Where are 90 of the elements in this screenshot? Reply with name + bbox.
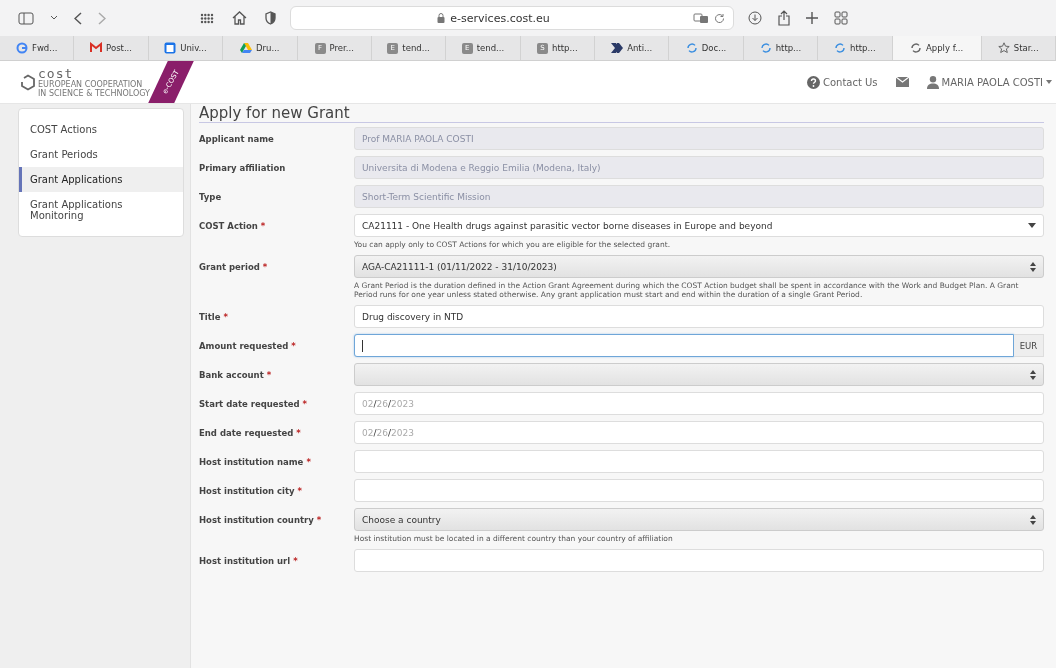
required-mark: * xyxy=(223,312,228,322)
browser-tab[interactable]: http... xyxy=(743,36,819,60)
currency-addon: EUR xyxy=(1014,334,1044,357)
logo-tagline: EUROPEAN COOPERATION xyxy=(38,79,144,89)
browser-tab[interactable]: Dru... xyxy=(223,36,298,60)
download-icon[interactable] xyxy=(748,11,762,25)
field-label: Host institution name * xyxy=(199,456,312,467)
date-field[interactable]: 02/26/2023 xyxy=(354,392,1044,415)
user-menu[interactable]: MARIA PAOLA COSTI xyxy=(926,75,1052,89)
page-title: Apply for new Grant xyxy=(199,104,351,122)
required-mark: * xyxy=(302,399,308,409)
person-icon xyxy=(926,75,939,89)
loading-icon xyxy=(834,42,847,54)
browser-tab[interactable]: Anti... xyxy=(595,36,670,60)
calendar-icon xyxy=(164,42,177,54)
field-label: Primary affiliation xyxy=(199,162,287,173)
required-mark: * xyxy=(266,370,272,380)
required-mark: * xyxy=(293,556,298,566)
required-mark: * xyxy=(262,262,268,272)
g-logo-icon xyxy=(16,42,28,54)
share-icon[interactable] xyxy=(778,10,790,26)
required-mark: * xyxy=(297,486,302,496)
back-icon[interactable] xyxy=(74,11,82,25)
field-label: Host institution city * xyxy=(199,485,303,496)
loading-icon xyxy=(685,42,698,54)
required-mark: * xyxy=(260,221,266,231)
loading-icon xyxy=(759,42,772,54)
required-mark: * xyxy=(296,428,301,438)
field-label: COST Action * xyxy=(199,220,267,231)
field-label: Applicant name xyxy=(199,133,275,144)
select-field[interactable]: Choose a country xyxy=(354,508,1044,531)
home-icon[interactable] xyxy=(232,11,247,25)
browser-tab[interactable]: Star... xyxy=(981,36,1056,60)
mail-icon[interactable] xyxy=(895,77,909,87)
loading-icon xyxy=(909,42,922,54)
updown-arrows-icon xyxy=(1030,514,1036,525)
browser-tab[interactable]: Fwd... xyxy=(0,36,75,60)
contact-us-link[interactable]: Contact Us xyxy=(806,75,878,89)
caret-icon xyxy=(1046,80,1052,84)
logo-wordmark: cost xyxy=(38,66,74,80)
tabs-overview-icon[interactable] xyxy=(834,11,848,25)
required-mark: * xyxy=(306,457,311,467)
translate-icon[interactable] xyxy=(693,12,709,24)
ribbon-label: e-COST xyxy=(160,68,181,96)
field-label: Amount requested * xyxy=(199,340,297,351)
updown-arrows-icon xyxy=(1030,369,1036,380)
field-label: End date requested * xyxy=(199,427,302,438)
required-mark: * xyxy=(291,341,296,351)
field-label: Start date requested * xyxy=(199,398,309,409)
browser-tab[interactable]: Post... xyxy=(74,36,149,60)
input-field[interactable]: Drug discovery in NTD xyxy=(354,305,1044,328)
sidebar-item[interactable]: COST Actions xyxy=(19,117,183,142)
field-label: Host institution country * xyxy=(199,514,323,525)
sidebar-item[interactable]: Grant Applications Monitoring xyxy=(19,192,183,228)
logo-tagline: IN SCIENCE & TECHNOLOGY xyxy=(38,88,150,98)
sidebar-icon[interactable] xyxy=(18,11,34,25)
address-bar[interactable]: e-services.cost.eu xyxy=(290,6,734,30)
star-icon xyxy=(997,42,1010,54)
updown-arrows-icon xyxy=(1030,261,1036,272)
select-field[interactable]: AGA-CA21111-1 (01/11/2022 - 31/10/2023) xyxy=(354,255,1044,278)
triangle-icon xyxy=(240,42,253,54)
browser-tab[interactable]: Apply f... xyxy=(892,36,982,60)
sidebar-item[interactable]: Grant Periods xyxy=(19,142,183,167)
field-label: Title * xyxy=(199,311,229,322)
chevron-icon xyxy=(611,42,624,54)
dropdown[interactable]: CA21111 - One Health drugs against parasitic vector borne diseases in Europe and beyond xyxy=(354,214,1044,237)
date-field[interactable]: 02/26/2023 xyxy=(354,421,1044,444)
browser-tab[interactable]: http... xyxy=(818,36,893,60)
required-mark: * xyxy=(316,515,322,525)
envelope-m-icon xyxy=(90,42,103,54)
forward-icon[interactable] xyxy=(98,11,106,25)
field-label: Host institution url * xyxy=(199,555,299,566)
chevron-down-icon[interactable] xyxy=(50,15,58,21)
shield-icon[interactable] xyxy=(265,11,276,25)
sidebar-item[interactable]: Grant Applications xyxy=(19,167,183,192)
plus-icon[interactable] xyxy=(806,12,818,24)
field-label: Grant period * xyxy=(199,261,269,272)
lock-icon xyxy=(437,13,446,23)
grid-icon[interactable] xyxy=(200,12,214,24)
readonly-field: Short-Term Scientific Mission xyxy=(354,185,1044,208)
field-label: Type xyxy=(199,191,223,202)
caret-icon xyxy=(1028,223,1036,228)
browser-tab[interactable]: Doc... xyxy=(669,36,744,60)
reload-icon[interactable] xyxy=(714,12,725,24)
field-label: Bank account * xyxy=(199,369,273,380)
browser-tab[interactable]: Univ... xyxy=(148,36,224,60)
help-icon xyxy=(806,75,820,89)
readonly-field: Universita di Modena e Reggio Emilia (Modena, Italy) xyxy=(354,156,1044,179)
readonly-field: Prof MARIA PAOLA COSTI xyxy=(354,127,1044,150)
url-text: e-services.cost.eu xyxy=(450,11,550,25)
